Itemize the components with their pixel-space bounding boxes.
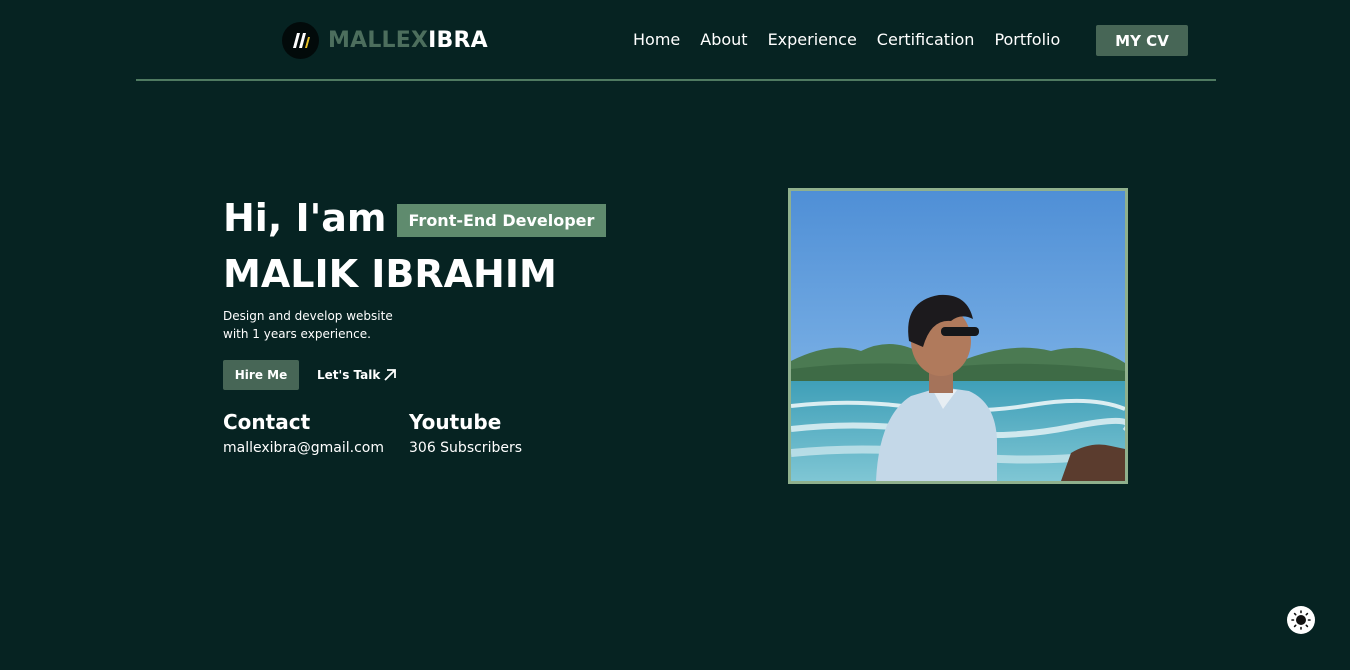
sun-icon [1291,610,1311,630]
arrow-up-right-icon [384,369,397,381]
contact-title: Contact [223,410,311,434]
greeting-row: Hi, I'am Front-End Developer [223,190,607,246]
youtube-subscribers: 306 Subscribers [409,440,523,456]
name-heading: MALIK IBRAHIM [223,252,557,296]
brand-name-part1: MALLEX [328,27,429,53]
youtube-title: Youtube [409,410,502,434]
youtube-block: Youtube 306 Subscribers [409,409,522,460]
nav-home[interactable]: Home [633,30,680,49]
brand[interactable]: MALLEXIBRA [282,21,488,59]
hero-intro: Hi, I'am Front-End Developer MALIK IBRAH… [223,190,607,460]
greeting-heading: Hi, I'am [223,196,387,240]
my-cv-button[interactable]: MY CV [1096,25,1188,56]
brand-name-part2: IBRA [428,27,488,53]
brand-logo-icon [282,21,319,59]
nav-about[interactable]: About [700,30,747,49]
description-line-2: with 1 years experience. [223,327,371,341]
lets-talk-link[interactable]: Let's Talk [317,368,397,382]
brand-name: MALLEXIBRA [328,28,488,53]
nav-experience[interactable]: Experience [768,30,857,49]
description-line-1: Design and develop website [223,309,393,323]
contact-block: Contact mallexibra@gmail.com [223,409,389,460]
lets-talk-label: Let's Talk [317,368,381,382]
main-nav: Home About Experience Certification Port… [633,30,1060,49]
hero-info: Contact mallexibra@gmail.com Youtube 306… [223,409,606,460]
theme-toggle-button[interactable] [1287,606,1315,634]
nav-portfolio[interactable]: Portfolio [994,30,1060,49]
profile-photo [788,188,1128,484]
page: MALLEXIBRA Home About Experience Certifi… [0,0,1350,670]
nav-certification[interactable]: Certification [877,30,975,49]
contact-email[interactable]: mallexibra@gmail.com [223,436,389,460]
hero-actions: Hire Me Let's Talk [223,360,606,390]
top-navbar: MALLEXIBRA Home About Experience Certifi… [136,0,1216,81]
hero-description: Design and develop website with 1 years … [223,307,413,343]
hire-me-button[interactable]: Hire Me [223,360,299,390]
role-badge: Front-End Developer [396,203,607,237]
